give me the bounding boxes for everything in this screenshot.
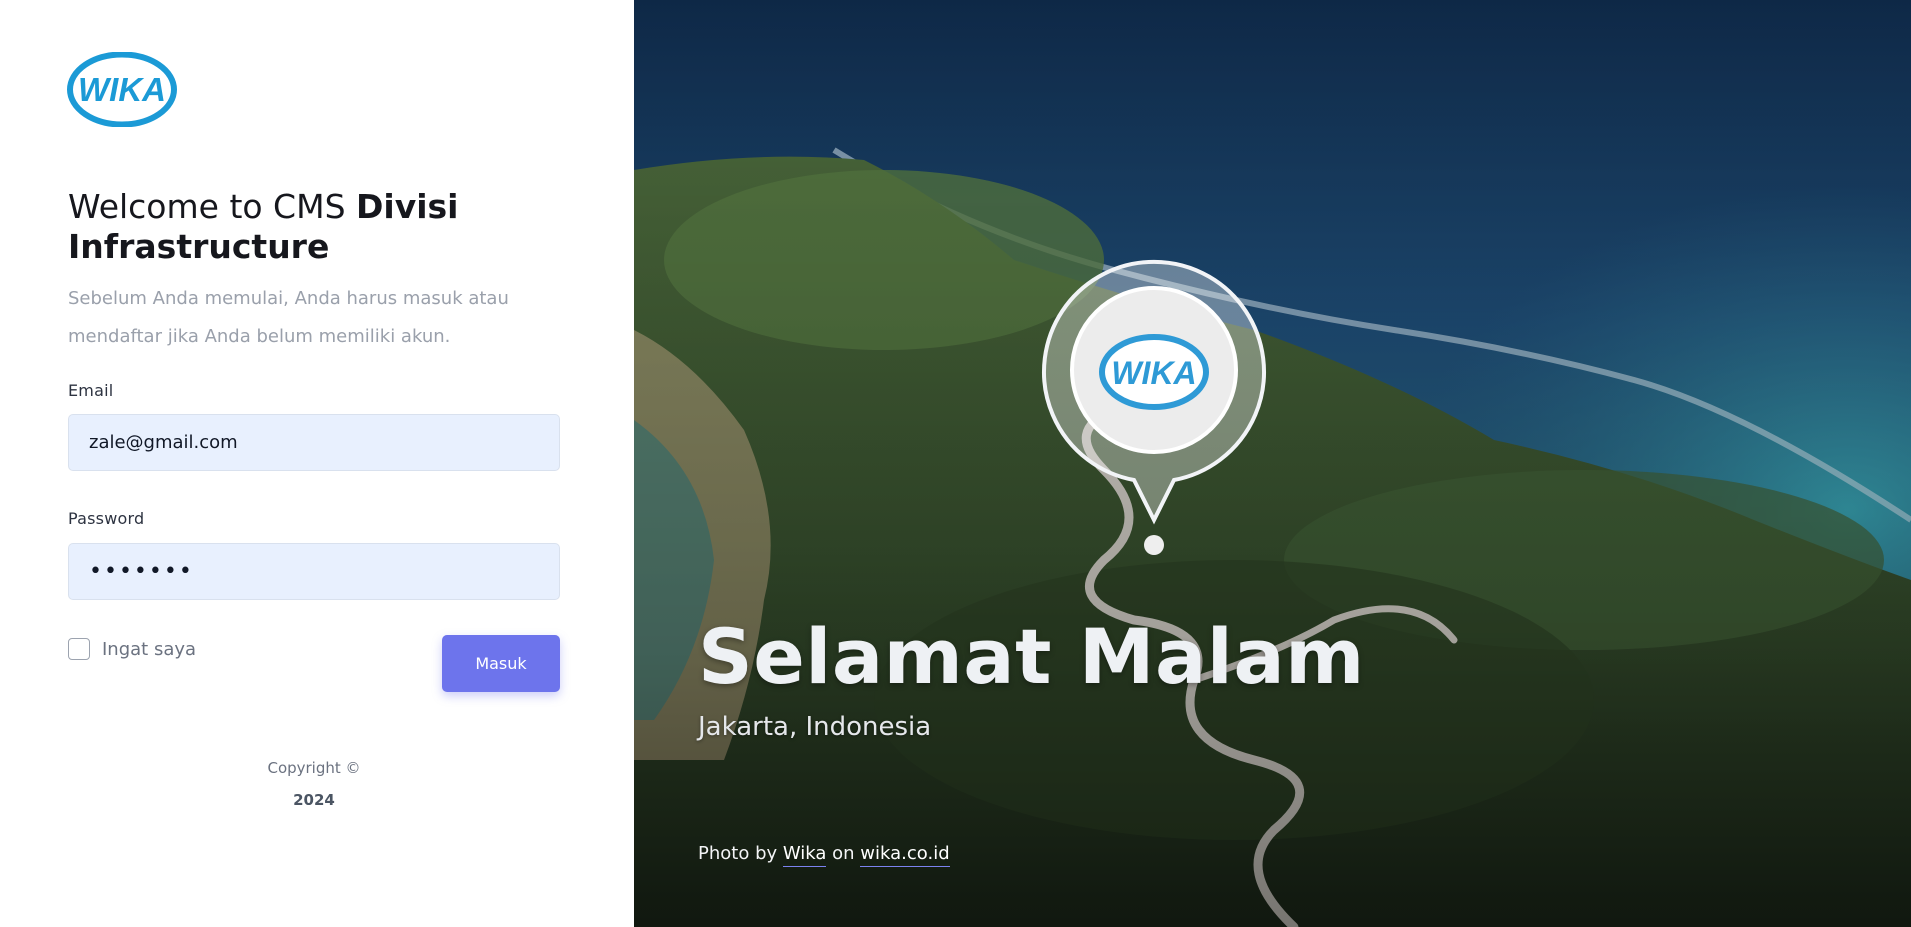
greeting-text: Selamat Malam — [698, 612, 1365, 701]
remember-me[interactable]: Ingat saya — [68, 638, 196, 660]
page-title: Welcome to CMS Divisi Infrastructure — [68, 187, 459, 266]
password-label: Password — [68, 509, 145, 528]
email-field[interactable] — [68, 414, 560, 471]
wika-logo: WIKA — [67, 52, 177, 127]
login-subtitle: Sebelum Anda memulai, Anda harus masuk a… — [68, 288, 509, 347]
remember-label: Ingat saya — [102, 638, 197, 660]
location-text: Jakarta, Indonesia — [698, 712, 932, 742]
credit-site-link[interactable]: wika.co.id — [860, 843, 950, 867]
copyright-text: Copyright © — [267, 759, 361, 777]
logo-text: WIKA — [78, 71, 166, 108]
credit-author-link[interactable]: Wika — [782, 843, 827, 867]
coastline-photo: WIKA — [634, 0, 1911, 927]
photo-credit: Photo by Wika on wika.co.id — [698, 843, 950, 867]
copyright-year: 2024 — [293, 791, 335, 809]
remember-checkbox[interactable] — [68, 638, 90, 660]
email-label: Email — [68, 381, 114, 400]
login-panel: WIKA Welcome to CMS Divisi Infrastructur… — [0, 0, 634, 927]
login-button[interactable]: Masuk — [442, 635, 560, 692]
hero-image: WIKA Selamat Malam Jakarta, Indonesia Ph… — [634, 0, 1911, 927]
password-field[interactable] — [68, 543, 560, 600]
pin-logo-text: WIKA — [1111, 355, 1196, 391]
